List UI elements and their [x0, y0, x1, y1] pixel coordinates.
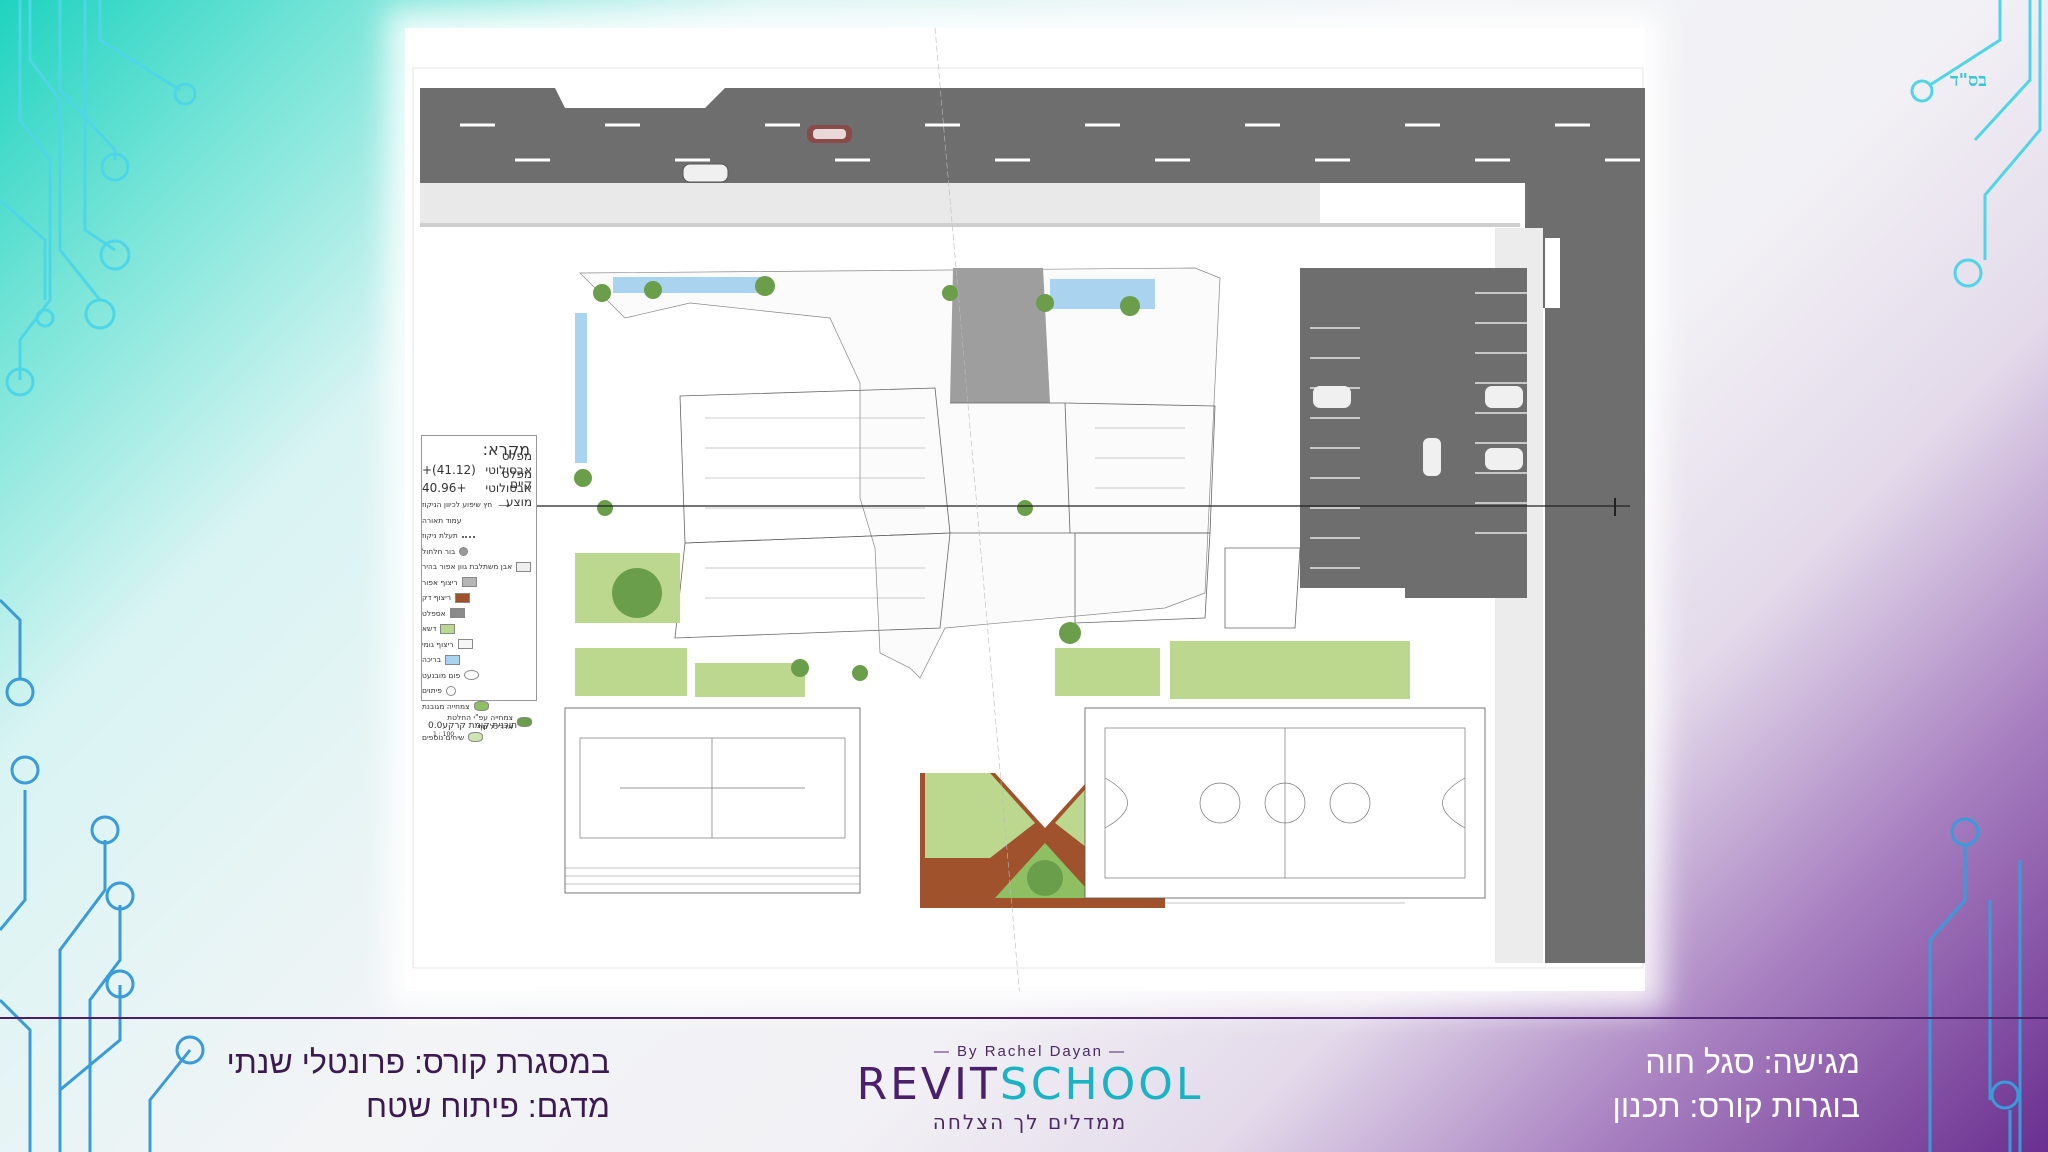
model-line: מדגם: פיתוח שטח	[365, 1088, 610, 1124]
legend-item-label: אספלט	[422, 608, 446, 618]
drawing-scale: 1 : 100	[433, 731, 455, 738]
legend-item-label: פיתוים	[422, 686, 442, 696]
site-plan-drawing	[412, 28, 1645, 991]
course-line: במסגרת קורס: פרונטלי שנתי	[226, 1044, 610, 1080]
logo-word-school: SCHOOL	[999, 1059, 1204, 1110]
deck-tile-icon	[455, 592, 471, 603]
graduates-line: בוגרות קורס: תכנון	[1612, 1088, 1860, 1124]
presenter-line: מגישה: סגל חוה	[1645, 1044, 1860, 1080]
legend-item-value: +40.96	[422, 481, 467, 495]
legend-item-label: ריצוף דק	[422, 593, 452, 603]
legend-item-label: בור חלחול	[422, 546, 456, 556]
legend-item: פום מובנעט	[422, 668, 536, 684]
gray-tile-icon	[461, 577, 477, 588]
logo-word-revit: REVIT	[856, 1059, 1000, 1110]
seepage-pit-icon	[459, 546, 469, 556]
legend-item-label: פום מובנעט	[422, 670, 461, 680]
drain-channel-icon	[461, 533, 475, 539]
legend-item: צמחייה מגובנת	[422, 699, 536, 715]
legend-item-label: צמחייה מגובנת	[422, 701, 470, 711]
legend-item-label: אבן משתלבת גוון אפור בהיר	[422, 562, 513, 572]
legend-item: דשא	[422, 621, 536, 637]
legend-item: אספלט	[422, 606, 536, 622]
footer-divider	[0, 1017, 2048, 1019]
legend-item: פיתוים	[422, 683, 536, 699]
asphalt-icon	[449, 608, 465, 619]
vegetation-icon	[473, 701, 489, 712]
shrub-icon	[446, 685, 456, 696]
rubber-tile-icon	[457, 639, 473, 650]
pool-icon	[445, 654, 461, 665]
light-pole-icon	[465, 516, 478, 524]
extra-shrubs-icon	[468, 732, 484, 743]
logo-byline: — By Rachel Dayan —	[933, 1043, 1127, 1060]
footer-presenter-info: מגישה: סגל חוה בוגרות קורס: תכנון	[1560, 1040, 1860, 1128]
footer-course-info: במסגרת קורס: פרונטלי שנתי מדגם: פיתוח שט…	[190, 1040, 610, 1128]
revitschool-logo: — By Rachel Dayan — REVITSCHOOL ממדלים ל…	[850, 1043, 1210, 1143]
site-plan-frame: מקרא: מפלס אבסולוטי קיים (41.12)+ מפלס א…	[405, 28, 1645, 991]
grass-icon	[440, 623, 456, 634]
legend-item-label: דשא	[422, 624, 437, 634]
legend-item-label: תעלת ניקוז	[422, 531, 458, 541]
paver-icon	[516, 561, 532, 572]
legend-item: אבן משתלבת גוון אפור בהיר	[422, 559, 536, 575]
legend-item-value: (41.12)+	[422, 463, 476, 477]
legend-item-label: בריכה	[422, 655, 442, 665]
legend-item: ריצוף גומי	[422, 637, 536, 653]
legend-item: ריצוף דק	[422, 590, 536, 606]
logo-tagline: ממדלים לך הצלחה	[932, 1110, 1128, 1134]
vegetation-alt-icon	[517, 716, 532, 727]
legend-item: בריכה	[422, 652, 536, 668]
slope-arrow-icon: ⟶	[498, 500, 510, 510]
legend-item: בור חלחול	[422, 544, 536, 560]
drawing-title: תוכנית קומת קרקע0.0	[428, 721, 518, 731]
logo-wordmark: REVITSCHOOL	[850, 1060, 1210, 1110]
legend-item: ריצוף אפור	[422, 575, 536, 591]
bsd-mark: בס"ד	[1950, 70, 1987, 91]
legend-box: מקרא: מפלס אבסולוטי קיים (41.12)+ מפלס א…	[421, 435, 537, 743]
legend-item: מפלס אבסולוטי מוצע +40.96	[422, 467, 536, 509]
legend-item: תעלת ניקוז	[422, 528, 536, 544]
legend-item-label: ריצוף גומי	[422, 639, 454, 649]
legend-item-label: ריצוף אפור	[422, 577, 458, 587]
legend-item-label: עמוד תאורה	[422, 515, 462, 525]
legend-item-label: חץ שיפוע לכיוון הניקוז	[422, 500, 493, 510]
legend-item: עמוד תאורה	[422, 513, 536, 529]
planter-icon	[464, 670, 480, 681]
